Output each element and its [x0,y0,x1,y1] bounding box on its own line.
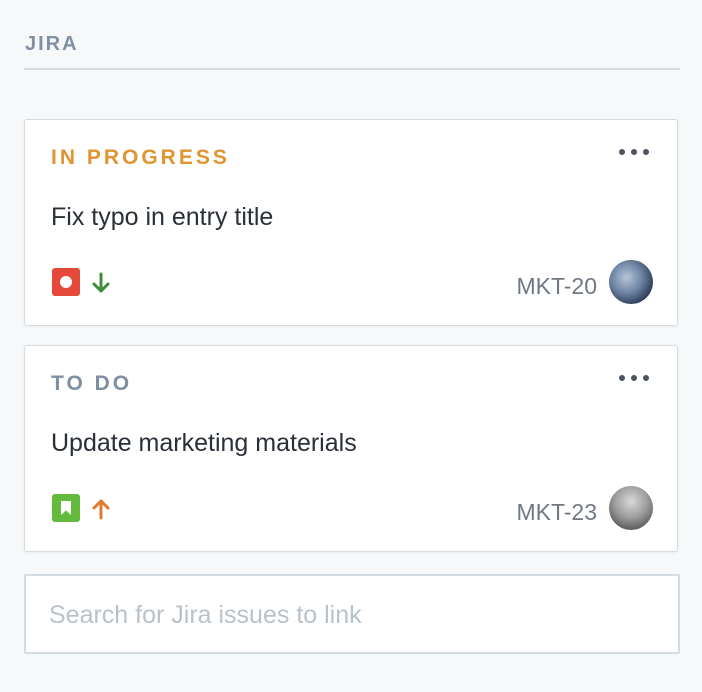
issue-key[interactable]: MKT-23 [516,499,597,526]
issue-card[interactable]: TO DO Update marketing materials MKT-23 [24,345,678,552]
issue-title[interactable]: Update marketing materials [51,429,357,458]
issue-key[interactable]: MKT-20 [516,273,597,300]
arrow-down-icon [92,272,110,293]
bookmark-icon [52,494,80,522]
more-options-icon[interactable] [619,368,649,388]
issue-card[interactable]: IN PROGRESS Fix typo in entry title MKT-… [24,119,678,326]
section-divider [24,68,680,70]
avatar [609,260,653,304]
issue-status: TO DO [51,372,133,395]
search-box[interactable] [24,574,680,654]
search-input[interactable] [47,576,651,654]
avatar [609,486,653,530]
more-options-icon[interactable] [619,142,649,162]
issue-title[interactable]: Fix typo in entry title [51,203,273,232]
section-title: JIRA [25,33,79,55]
arrow-up-icon [92,499,110,520]
issue-status: IN PROGRESS [51,146,230,169]
bug-icon [52,268,80,296]
